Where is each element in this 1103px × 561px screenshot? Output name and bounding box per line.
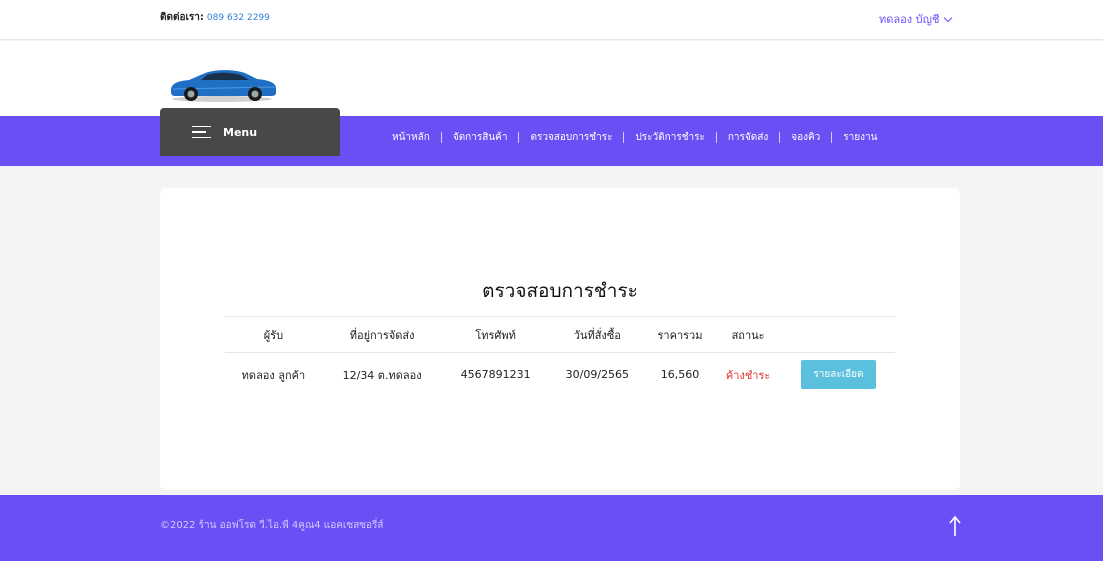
contact-info: ติดต่อเรา: 089 632 2299 (160, 10, 270, 25)
payment-check-card: ตรวจสอบการชำระ ผู้รับ ที่อยู่การจัดส่ง โ… (160, 188, 960, 490)
header-address: ที่อยู่การจัดส่ง (349, 328, 415, 342)
car-logo-icon[interactable] (165, 63, 280, 103)
copyright-text: ©2022 ร้าน ออฟโรด วี.ไอ.พี 4คูณ4 แอคเซสซ… (160, 520, 384, 531)
nav-shipping[interactable]: การจัดส่ง (724, 130, 772, 145)
account-dropdown[interactable]: ทดลอง บัญชี (879, 10, 953, 28)
account-label: ทดลอง บัญชี (879, 13, 940, 26)
nav-divider (779, 132, 781, 143)
header-order-date: วันที่สั่งซื้อ (573, 328, 621, 342)
page-title: ตรวจสอบการชำระ (482, 280, 638, 302)
cell-address: 12/34 ต.ทดลอง (342, 368, 422, 382)
chevron-down-icon (944, 13, 953, 22)
hamburger-icon (192, 125, 211, 139)
header-logo-area (0, 41, 1103, 116)
status-badge: ค้างชำระ (725, 368, 771, 382)
nav-divider (831, 132, 833, 143)
header-action (782, 317, 895, 353)
menu-label: Menu (223, 125, 258, 139)
nav-divider (715, 132, 717, 143)
header-recipient: ผู้รับ (263, 328, 284, 342)
cell-phone: 4567891231 (460, 368, 531, 382)
nav-home[interactable]: หน้าหลัก (388, 130, 434, 145)
cell-recipient: ทดลอง ลูกค้า (241, 368, 306, 382)
footer: ©2022 ร้าน ออฟโรด วี.ไอ.พี 4คูณ4 แอคเซสซ… (0, 495, 1103, 561)
cell-action: รายละเอียด (782, 353, 895, 397)
header-phone: โทรศัพท์ (475, 328, 516, 342)
cell-order-date: 30/09/2565 (565, 368, 630, 382)
nav-check-payment[interactable]: ตรวจสอบการชำระ (526, 130, 616, 145)
table-row: ทดลอง ลูกค้า 12/34 ต.ทดลอง 4567891231 30… (225, 353, 895, 397)
payment-table: ผู้รับ ที่อยู่การจัดส่ง โทรศัพท์ วันที่ส… (225, 316, 895, 397)
nav-links: หน้าหลัก จัดการสินค้า ตรวจสอบการชำระ ประ… (388, 130, 881, 145)
nav-report[interactable]: รายงาน (839, 130, 881, 145)
cell-total: 16,560 (660, 368, 700, 382)
menu-button[interactable]: Menu (160, 108, 340, 156)
header-status: สถานะ (731, 328, 765, 342)
nav-payment-history[interactable]: ประวัติการชำระ (631, 130, 708, 145)
details-button[interactable]: รายละเอียด (801, 360, 876, 390)
nav-booking[interactable]: จองคิว (787, 130, 824, 145)
top-bar: ติดต่อเรา: 089 632 2299 ทดลอง บัญชี (0, 0, 1103, 40)
nav-divider (440, 132, 442, 143)
arrow-up-icon[interactable] (948, 515, 962, 537)
nav-manage-products[interactable]: จัดการสินค้า (449, 130, 512, 145)
table-header-row: ผู้รับ ที่อยู่การจัดส่ง โทรศัพท์ วันที่ส… (225, 316, 895, 353)
header-total: ราคารวม (657, 328, 703, 342)
nav-divider (623, 132, 625, 143)
contact-phone[interactable]: 089 632 2299 (207, 13, 270, 23)
nav-divider (518, 132, 520, 143)
contact-label: ติดต่อเรา: (160, 12, 204, 23)
